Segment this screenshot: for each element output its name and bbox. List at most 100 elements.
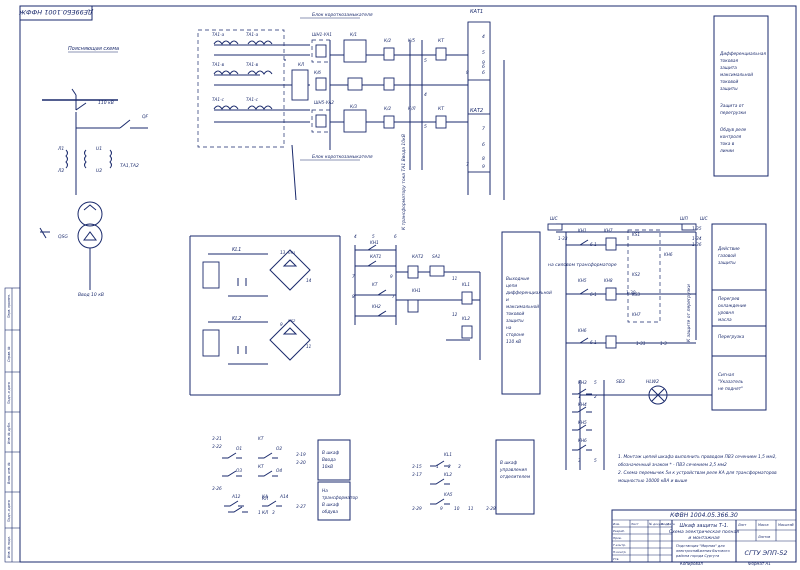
drawing-sheet: Перв. примен. Справ. № Подп. и дата Инв. № … (0, 0, 800, 566)
bottom-left-contact-symbol (224, 500, 244, 507)
note-line: мощностью 10000 кВА и выше (618, 478, 688, 484)
bottom-left-more: А14 (279, 494, 289, 500)
left-strip-label: Взам. инв. № (7, 462, 11, 484)
ta-label-left: ТА1-а (212, 32, 225, 37)
terminal-number: 4 (482, 34, 485, 40)
kt-label: КТ (438, 106, 445, 112)
bottom-relay-number: 2 (594, 394, 597, 400)
left-strip-label: Подп. и дата (7, 500, 11, 522)
onpower-note: на силовом трансформаторе (548, 262, 617, 268)
bottom-relay-number: 1 (578, 394, 581, 400)
stamp-title-3: и монтажная (688, 536, 720, 541)
mid-side-line: защиты (506, 319, 524, 324)
stamp-row-label: Н.контр. (613, 550, 626, 554)
right-function-2-line: Сигнал (718, 372, 734, 378)
left-strip-label: Подп. и дата (7, 382, 11, 404)
ct-coil (247, 70, 273, 75)
stamp-mass-label: Масса (758, 523, 769, 527)
relay-number: 1-34 (692, 236, 702, 241)
mid-number: 9 (390, 274, 393, 279)
bottom-mid-contacts: KL1KL2KA53-153-173-29 3-281 2 39 10 11 (412, 452, 496, 512)
bottom-mid-contact: KA5 (444, 492, 453, 498)
bottom-mid-number: 3-17 (412, 472, 422, 478)
mid-contact-label: KL2 (462, 316, 470, 322)
note-line: 2. Схема перемычек 5и к устройствам реле… (618, 470, 777, 476)
mid-contact (362, 260, 382, 267)
stamp-org: СГТУ ЭПП-52 (744, 549, 787, 557)
bottom-left-more: КА (262, 494, 268, 500)
right-relay-label: KH8 (604, 278, 613, 283)
note-line: обозначенный знаком * - ПВЗ сечением 2,5… (618, 462, 727, 468)
stamp-row-label: Разраб. (613, 529, 625, 533)
right-function-line: Обдув реле (720, 127, 747, 133)
shunt-label: К/б (314, 70, 321, 75)
ct-coil (247, 40, 273, 45)
terminal-number: 5 (424, 58, 427, 64)
kat2-label: КАТ2 (470, 108, 483, 114)
bottom-left-more: 1 (258, 510, 261, 516)
stamp-title-2: Схема электрическая полная (669, 529, 739, 535)
ta-label-left: ТА1-с (212, 97, 225, 102)
block-bottom-label: Блок короткозамыкателя (312, 154, 373, 160)
ct-coil (247, 105, 273, 110)
right-relay-label: KH7 (604, 228, 613, 233)
mid-side-line: токовой (506, 311, 525, 317)
small-box-2-line: обдува (322, 509, 338, 515)
mid-side-line: 110 кВ (506, 339, 521, 345)
shunt-label: ШН1-УА1 (312, 32, 332, 37)
terminal-number: 6 (482, 70, 485, 76)
right-function-line: максимальной (720, 72, 753, 78)
right-bus (556, 223, 712, 470)
kl1-label: KL1 (232, 247, 241, 253)
mid-contacts: KH1КАТ1 КАТ2KH1KTKH2SA1KL1KL24 5 678 79 11121… (280, 234, 470, 349)
kl-label: К/2 (384, 38, 391, 43)
bottom-left-more: 3 (272, 510, 275, 516)
winding-label: Л2 (57, 168, 64, 174)
kl2-label: KL2 (232, 316, 241, 322)
right-relay-label: KH5 (578, 278, 587, 283)
left-strip-label: Инв. № подл. (7, 536, 11, 558)
bottom-left-number: О1 (236, 446, 242, 452)
right-function-2-line: не поднят" (718, 386, 743, 392)
mid-number: 9 (280, 322, 283, 327)
right-relay-label: KH6 (664, 252, 673, 257)
bottom-mid-contact: KL1 (444, 452, 452, 458)
mid-contact-label: KL1 (462, 282, 470, 288)
small-box-2-line: трансформатор (322, 495, 358, 501)
right-function-line: защита (720, 66, 737, 71)
bottom-mid-number: 11 (468, 506, 474, 512)
stamp-row-label: Т.контр. (613, 543, 626, 547)
terminal-number: 6 (482, 142, 485, 148)
stamp-scale-label: Масштаб (778, 523, 794, 527)
relay-number: 1-33 (558, 236, 568, 241)
bottom-mid-number: 3-15 (412, 464, 422, 470)
bottom-mid-contact: KL2 (444, 472, 452, 478)
stamp-row-label: Пров. (613, 536, 622, 540)
mid-side-line: стороне (506, 333, 525, 338)
stamp-copied: Копировал (680, 561, 703, 566)
mid-side-line: Выходные (506, 276, 530, 282)
relay-number: 1-3 (660, 341, 667, 346)
mid-contact-label: KH2 (372, 304, 381, 310)
ta-label-left: ТА1-в (212, 62, 225, 67)
bottom-left-contact: KT (258, 436, 264, 442)
bottom-relays: KH3KH4KH5KH61 2355 (572, 380, 597, 464)
relay-number: 1-36 (692, 242, 702, 247)
voltage-10: Ввод 10 кВ (78, 292, 104, 298)
mid-contact-label: КАТ1 (370, 254, 382, 260)
bottom-left-contact-symbol (222, 452, 242, 459)
right-function-line: тока в (720, 142, 735, 147)
winding-label: U1 (96, 146, 102, 152)
ct-block (197, 29, 285, 148)
stamp-row-label: Лист (630, 522, 639, 526)
bottom-left-more: А12 (231, 494, 241, 500)
bottom-mid-box-line: отделителем (500, 475, 531, 480)
kl-label: К/5 (408, 38, 415, 43)
right-function-2-line: охлаждение (718, 304, 747, 309)
bottom-left-contact: КЛ (262, 510, 269, 516)
notes: 1. Монтаж цепей шкафа выполнить проводом… (618, 454, 777, 484)
bottom-relay-number: 3 (578, 458, 581, 464)
right-function-2-line: "Указатель (718, 379, 744, 385)
breaker-q: QF (142, 114, 149, 120)
rect-label: VS1 (288, 250, 295, 255)
